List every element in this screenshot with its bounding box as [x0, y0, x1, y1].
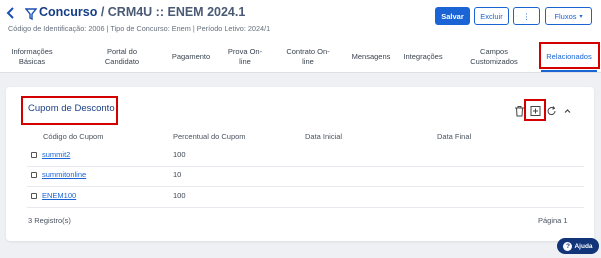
coupon-code-link[interactable]: ENEM100 — [42, 191, 76, 200]
page-header: Concurso / CRM4U :: ENEM 2024.1 Código d… — [0, 0, 601, 40]
table-row: summitonline 10 — [27, 168, 584, 187]
active-tab-indicator — [541, 70, 597, 72]
back-arrow-icon[interactable] — [5, 6, 17, 20]
row-checkbox[interactable] — [31, 152, 37, 158]
record-subtitle: Código de Identificação: 2006 | Tipo de … — [8, 24, 271, 33]
row-checkbox[interactable] — [31, 172, 37, 178]
coupon-percent: 100 — [173, 150, 186, 159]
coupon-code-link[interactable]: summit2 — [42, 150, 70, 159]
funnel-icon — [25, 8, 37, 20]
coupon-code-link[interactable]: summitonline — [42, 170, 86, 179]
coupon-percent: 10 — [173, 170, 182, 179]
chevron-up-icon[interactable] — [562, 105, 573, 117]
column-header-start-date[interactable]: Data Inicial — [305, 132, 342, 141]
row-checkbox[interactable] — [31, 193, 37, 199]
tab-portal-candidato[interactable]: Portal do Candidato — [84, 40, 160, 73]
tab-relacionados[interactable]: Relacionados — [541, 40, 597, 73]
tab-informacoes-basicas[interactable]: Informações Básicas — [0, 40, 64, 73]
help-label: Ajuda — [574, 242, 593, 250]
tab-contrato-online[interactable]: Contrato On- line — [276, 40, 340, 73]
tab-mensagens[interactable]: Mensagens — [346, 40, 396, 73]
tab-bar: Informações Básicas Portal do Candidato … — [0, 40, 601, 73]
section-title: Cupom de Desconto — [28, 103, 115, 114]
table-row: ENEM100 100 — [27, 189, 584, 208]
save-button[interactable]: Salvar — [435, 7, 470, 25]
refresh-icon[interactable] — [546, 105, 557, 117]
tab-campos-customizados[interactable]: Campos Customizados — [464, 40, 524, 73]
question-icon: ? — [563, 241, 573, 251]
delete-button[interactable]: Excluir — [474, 7, 509, 25]
tab-pagamento[interactable]: Pagamento — [166, 40, 216, 73]
help-button[interactable]: ? Ajuda — [557, 238, 599, 254]
record-count: 3 Registro(s) — [28, 216, 71, 225]
column-header-percent[interactable]: Percentual do Cupom — [173, 132, 246, 141]
trash-icon[interactable] — [514, 105, 525, 117]
add-icon[interactable] — [530, 105, 541, 117]
page-title: Concurso / CRM4U :: ENEM 2024.1 — [39, 5, 246, 19]
chevron-down-icon: ▾ — [579, 13, 583, 20]
column-header-code[interactable]: Código do Cupom — [43, 132, 103, 141]
more-options-button[interactable]: ⋮ — [513, 7, 540, 25]
page-indicator: Página 1 — [538, 216, 568, 225]
tab-prova-online[interactable]: Prova On- line — [222, 40, 268, 73]
table-row: summit2 100 — [27, 148, 584, 167]
flows-dropdown-button[interactable]: Fluxos ▾ — [545, 7, 592, 25]
column-header-end-date[interactable]: Data Final — [437, 132, 471, 141]
coupon-percent: 100 — [173, 191, 186, 200]
tab-integracoes[interactable]: Integrações — [398, 40, 448, 73]
